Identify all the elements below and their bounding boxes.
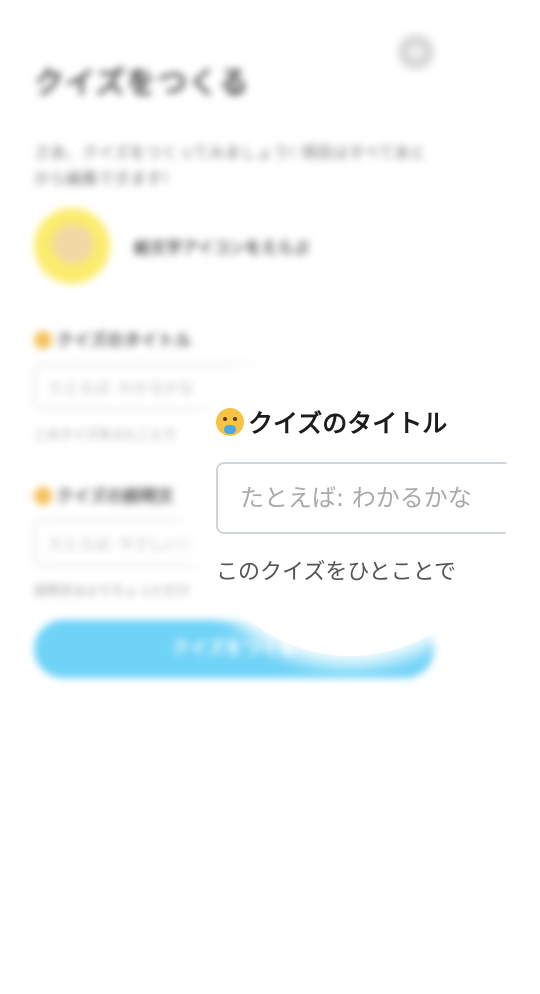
gear-icon[interactable] xyxy=(398,34,434,70)
title-label: クイズのタイトル xyxy=(34,326,192,351)
baby-face-icon xyxy=(34,331,52,349)
description-hint: 説明文はよりちょっとだけ xyxy=(34,584,190,599)
avatar-face-icon xyxy=(52,224,94,264)
magnified-title-label-text: クイズのタイトル xyxy=(248,409,448,438)
choose-emoji-link[interactable]: 絵文字アイコンをえらぶ xyxy=(134,234,309,258)
intro-text: さあ、クイズをつくってみましょう! 項目はすべてあとから編集できます! xyxy=(34,143,426,188)
magnified-title-label: クイズのタイトル xyxy=(216,404,447,440)
person-icon xyxy=(34,487,52,505)
avatar[interactable] xyxy=(34,208,110,284)
description-label-text: クイズの説明文 xyxy=(56,487,175,507)
magnified-title-hint: このクイズをひとことで xyxy=(216,560,457,585)
description-label: クイズの説明文 xyxy=(34,482,175,507)
baby-face-icon xyxy=(216,408,244,436)
magnified-title-input[interactable]: たとえば: わかるかな xyxy=(216,462,510,534)
title-hint: このクイズをひとことで xyxy=(34,428,176,443)
title-label-text: クイズのタイトル xyxy=(56,331,192,351)
magnifier-lens: クイズのタイトル たとえば: わかるかな このクイズをひとことで xyxy=(190,336,510,656)
page-title: クイズをつくる xyxy=(34,66,250,101)
